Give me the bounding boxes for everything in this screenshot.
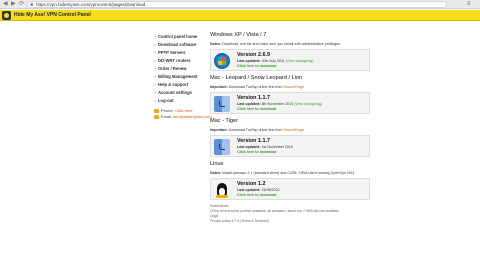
site-title: Hide My Ass! VPN Control Panel: [14, 12, 91, 18]
note-text: Install openvpn-2.1 (standard client) an…: [222, 171, 355, 175]
sidebar-item-billing[interactable]: » Billing Management: [154, 73, 206, 81]
hma-logo-icon[interactable]: [2, 11, 11, 20]
sidebar-item-label: DD-WRT routers: [158, 58, 191, 63]
sidebar-item-order-renew[interactable]: » Order / Renew: [154, 65, 206, 73]
download-link[interactable]: Click here to download: [237, 64, 276, 69]
url-text: https://vpn.hidemyass.com/vpncontrol/pag…: [36, 2, 146, 7]
note-text: Download TunTap driver first from: [228, 85, 283, 89]
note-label: Notes:: [210, 42, 222, 46]
windows-heading: Windows XP / Vista / 7: [210, 32, 267, 38]
note-text: Download TunTap driver first from: [228, 128, 283, 132]
updated-value: 24/08/2010: [261, 188, 280, 192]
changelog-link[interactable]: (View changelog): [286, 59, 314, 63]
sidebar-nav: » Control panel home » Download software »…: [154, 33, 212, 120]
download-content: Windows XP / Vista / 7 Notes: Download, …: [210, 32, 370, 224]
phone-icon: [154, 108, 159, 113]
mac-finder-icon: [214, 96, 230, 112]
phone-label: Phone:: [161, 108, 174, 113]
note-text: Download, exe file and make sure you ins…: [222, 42, 342, 46]
mac-leopard-heading: Mac - Leopard / Snow Leopard / Lion: [210, 75, 303, 81]
updated-label: Last updated:: [237, 102, 261, 106]
sidebar-item-label: Account settings: [158, 90, 192, 95]
browser-toolbar: ◀ ▶ ⟳ ■ https://vpn.hidemyass.com/vpncon…: [0, 0, 480, 9]
sidebar-item-label: Download software: [158, 42, 197, 47]
updated-value: 20th July 2011: [261, 59, 285, 63]
version-label: Version 1.1.7: [237, 95, 270, 101]
download-link[interactable]: Click here to download: [237, 150, 276, 155]
page-footer-notes: Screenshots Of the recent active profile…: [210, 204, 370, 224]
linux-note: Notes: Install openvpn-2.1 (standard cli…: [210, 171, 370, 176]
reload-icon[interactable]: ⟳: [19, 1, 24, 8]
note-label: Important:: [210, 128, 228, 132]
site-header: Hide My Ass! VPN Control Panel: [0, 10, 480, 21]
mac-finder-icon: [214, 139, 230, 155]
sidebar-item-label: Control panel home: [158, 34, 198, 39]
sidebar-item-label: Help & support: [158, 82, 189, 87]
version-label: Version 1.1.7: [237, 138, 270, 144]
address-bar[interactable]: ■ https://vpn.hidemyass.com/vpncontrol/p…: [27, 1, 447, 8]
linux-download-card: Version 1.2 Last updated: 24/08/2010 Cli…: [210, 178, 370, 200]
sidebar-item-label: PPTP Servers: [158, 50, 186, 55]
note-label: Important:: [210, 85, 228, 89]
sidebar-item-label: Order / Renew: [158, 66, 187, 71]
version-label: Version 2.6.9: [237, 52, 270, 58]
lock-icon: ■: [30, 2, 34, 8]
mac-leopard-note: Important: Download TunTap driver first …: [210, 85, 370, 90]
email-label: Email:: [161, 114, 173, 119]
mac-tiger-heading: Mac - Tiger: [210, 118, 238, 124]
mac-tiger-download-card: Version 1.1.7 Last updated: 1st November…: [210, 135, 370, 157]
browser-menu-icon[interactable]: ≡: [467, 1, 471, 8]
windows-logo-icon: [214, 53, 230, 69]
updated-value: 1st November 2010: [261, 145, 293, 149]
contact-email: Email: info@hidemyass.com: [154, 114, 212, 120]
mac-tiger-note: Important: Download TunTap driver first …: [210, 128, 370, 133]
linux-heading: Linux: [210, 161, 224, 167]
sidebar-item-log-out[interactable]: » Log-out: [154, 97, 206, 105]
tux-penguin-icon: [214, 182, 230, 198]
download-link[interactable]: Click here to download: [237, 193, 276, 198]
download-link[interactable]: Click here to download: [237, 107, 276, 112]
forward-arrow-icon[interactable]: ▶: [11, 1, 16, 8]
sidebar-item-label: Log-out: [158, 98, 174, 103]
email-link[interactable]: info@hidemyass.com: [173, 114, 211, 119]
sidebar-item-dd-wrt-routers[interactable]: » DD-WRT routers: [154, 57, 206, 65]
sourceforge-link[interactable]: SourceForge: [284, 85, 305, 89]
changelog-link[interactable]: (View changelog): [294, 102, 322, 106]
updated-value: 8th November 2010: [261, 102, 294, 106]
sidebar-item-account-settings[interactable]: » Account settings: [154, 89, 206, 97]
updated-label: Last updated:: [237, 145, 261, 149]
windows-download-card: Version 2.6.9 Last updated: 20th July 20…: [210, 49, 370, 71]
note-label: Notes:: [210, 171, 222, 175]
sidebar-item-help-support[interactable]: » Help & support: [154, 81, 206, 89]
email-icon: [154, 114, 159, 119]
version-label: Version 1.2: [237, 181, 266, 187]
sourceforge-link[interactable]: SourceForge: [284, 128, 305, 132]
footer-privacy[interactable]: Privacy policy & T's (Terms & Services): [210, 219, 370, 224]
sidebar-item-control-panel-home[interactable]: » Control panel home: [154, 33, 206, 41]
sidebar-item-pptp-servers[interactable]: » PPTP Servers: [154, 49, 206, 57]
sidebar-item-download-software[interactable]: » Download software: [154, 41, 206, 49]
windows-note: Notes: Download, exe file and make sure …: [210, 42, 370, 47]
mac-leopard-download-card: Version 1.1.7 Last updated: 8th November…: [210, 92, 370, 114]
updated-label: Last updated:: [237, 59, 261, 63]
back-arrow-icon[interactable]: ◀: [3, 1, 8, 8]
updated-label: Last updated:: [237, 188, 261, 192]
sidebar-item-label: Billing Management: [158, 74, 198, 79]
phone-link[interactable]: Click here: [175, 108, 193, 113]
